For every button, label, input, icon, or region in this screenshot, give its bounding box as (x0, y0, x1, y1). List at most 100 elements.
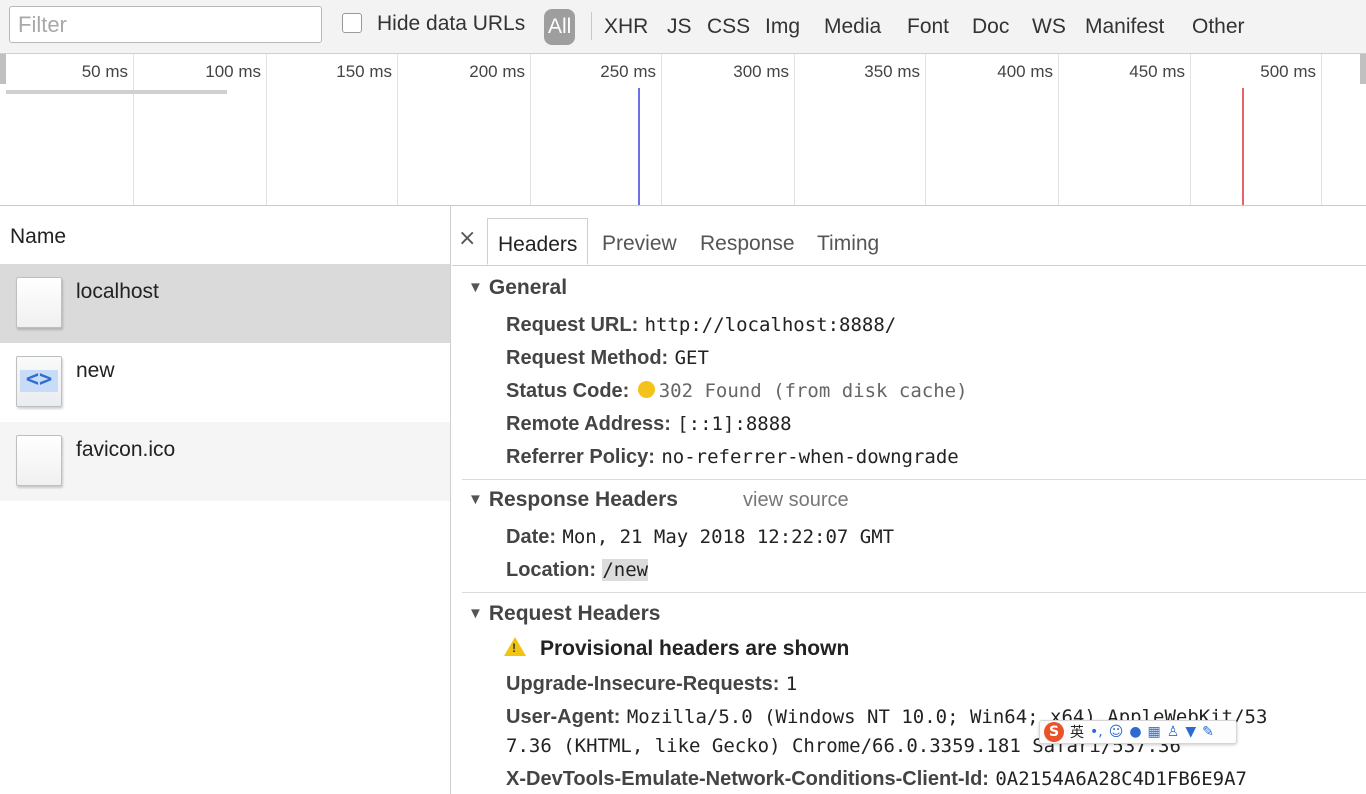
keyboard-icon[interactable]: ▦ (1148, 724, 1161, 740)
timeline-gridline (133, 54, 134, 205)
upgrade-insecure-requests-row: Upgrade-Insecure-Requests: 1 (506, 673, 798, 695)
network-filter-bar: Hide data URLs All XHR JS CSS Img Media … (0, 0, 1366, 54)
html-document-icon: <> (16, 356, 62, 407)
referrer-policy-value: no-referrer-when-downgrade (661, 446, 959, 468)
punctuation-icon[interactable]: •, (1090, 724, 1103, 740)
overview-right-handle[interactable] (1360, 54, 1366, 84)
warning-icon: ! (504, 637, 526, 656)
section-divider (462, 592, 1366, 593)
ime-logo-icon[interactable]: S (1044, 722, 1064, 742)
timeline-gridline (661, 54, 662, 205)
tab-preview[interactable]: Preview (592, 218, 687, 265)
timeline-tick-label: 100 ms (205, 62, 261, 81)
type-filter-separator (591, 12, 592, 40)
requests-list: Name localhost <> new favicon.ico (0, 206, 451, 794)
type-filter-ws[interactable]: WS (1032, 9, 1066, 45)
hide-data-urls-checkbox[interactable] (342, 13, 362, 33)
request-row-localhost[interactable]: localhost (0, 264, 450, 343)
status-code-value: 302 Found (from disk cache) (658, 380, 968, 402)
client-id-row: X-DevTools-Emulate-Network-Conditions-Cl… (506, 768, 1247, 790)
date-value: Mon, 21 May 2018 12:22:07 GMT (562, 526, 895, 548)
timeline-tick-label: 250 ms (600, 62, 656, 81)
microphone-icon[interactable]: ● (1129, 724, 1141, 740)
view-source-link[interactable]: view source (743, 489, 849, 512)
request-method-value: GET (674, 347, 709, 369)
timeline-gridline (266, 54, 267, 205)
request-url-value: http://localhost:8888/ (644, 314, 897, 336)
type-filter-css[interactable]: CSS (707, 9, 750, 45)
collapse-triangle-icon: ▼ (468, 279, 483, 296)
timeline-tick-label: 300 ms (733, 62, 789, 81)
tab-headers[interactable]: Headers (487, 218, 589, 265)
request-details-panel: × Headers Preview Response Timing ▼ Gener… (452, 206, 1366, 794)
timeline-gridline (397, 54, 398, 205)
timeline-gridline (1058, 54, 1059, 205)
timeline-gridline (530, 54, 531, 205)
timeline-tick-label: 150 ms (336, 62, 392, 81)
status-code-row: Status Code: 302 Found (from disk cache) (506, 380, 968, 402)
filter-input[interactable] (9, 6, 322, 43)
type-filter-font[interactable]: Font (907, 9, 949, 45)
load-event-marker (1242, 88, 1244, 205)
request-name: favicon.ico (76, 438, 176, 461)
user-icon[interactable]: ♙ (1167, 724, 1180, 740)
details-tab-bar: × Headers Preview Response Timing (452, 206, 1366, 266)
request-headers-section-toggle[interactable]: ▼ Request Headers (468, 602, 660, 626)
client-id-value: 0A2154A6A28C4D1FB6E9A7 (995, 768, 1247, 790)
collapse-triangle-icon: ▼ (468, 491, 483, 508)
timeline-tick-label: 200 ms (469, 62, 525, 81)
type-filter-xhr[interactable]: XHR (604, 9, 648, 45)
timeline-tick-label: 50 ms (81, 62, 128, 81)
timeline-tick-label: 400 ms (997, 62, 1053, 81)
provisional-headers-warning: ! Provisional headers are shown (504, 637, 849, 661)
section-divider (462, 479, 1366, 480)
emoji-icon[interactable]: ☺ (1109, 724, 1124, 740)
blank-file-icon (16, 435, 62, 486)
request-name: new (76, 359, 115, 382)
status-dot-icon (637, 381, 655, 398)
type-filter-js[interactable]: JS (667, 9, 692, 45)
ime-mode-label[interactable]: 英 (1070, 722, 1084, 742)
timeline-gridline (1190, 54, 1191, 205)
skin-icon[interactable]: ▼ (1185, 724, 1196, 740)
type-filter-other[interactable]: Other (1192, 9, 1245, 45)
timeline-overview[interactable]: 50 ms 100 ms 150 ms 200 ms 250 ms 300 ms… (0, 54, 1366, 206)
type-filter-img[interactable]: Img (765, 9, 800, 45)
request-row-new[interactable]: <> new (0, 343, 450, 422)
type-filter-all[interactable]: All (544, 9, 576, 45)
response-headers-section-toggle[interactable]: ▼ Response Headers (468, 488, 678, 512)
location-value: /new (602, 559, 649, 581)
remote-address-value: [::1]:8888 (677, 413, 792, 435)
remote-address-row: Remote Address: [::1]:8888 (506, 413, 792, 435)
request-row-favicon[interactable]: favicon.ico (0, 422, 450, 501)
name-column-header[interactable]: Name (0, 206, 450, 264)
hide-data-urls-label[interactable]: Hide data URLs (377, 12, 525, 36)
timeline-tick-label: 500 ms (1260, 62, 1316, 81)
timeline-gridline (1321, 54, 1322, 205)
overview-left-handle[interactable] (0, 54, 6, 84)
tab-response[interactable]: Response (690, 218, 805, 265)
wrench-icon[interactable]: ✎ (1202, 724, 1214, 740)
collapse-triangle-icon: ▼ (468, 605, 483, 622)
request-timing-bar (6, 90, 227, 94)
request-url-row: Request URL: http://localhost:8888/ (506, 314, 897, 336)
general-section-toggle[interactable]: ▼ General (468, 276, 567, 300)
timeline-gridline (794, 54, 795, 205)
blank-file-icon (16, 277, 62, 328)
close-icon[interactable]: × (458, 226, 476, 251)
type-filter-doc[interactable]: Doc (972, 9, 1009, 45)
request-method-row: Request Method: GET (506, 347, 709, 369)
date-row: Date: Mon, 21 May 2018 12:22:07 GMT (506, 526, 895, 548)
timeline-gridline (925, 54, 926, 205)
dom-content-loaded-marker (638, 88, 640, 205)
timeline-tick-label: 450 ms (1129, 62, 1185, 81)
request-name: localhost (76, 280, 159, 303)
referrer-policy-row: Referrer Policy: no-referrer-when-downgr… (506, 446, 959, 468)
timeline-tick-label: 350 ms (864, 62, 920, 81)
location-row: Location: /new (506, 559, 649, 581)
upgrade-insecure-requests-value: 1 (785, 673, 798, 695)
ime-toolbar[interactable]: S 英 •, ☺ ● ▦ ♙ ▼ ✎ (1039, 720, 1237, 744)
tab-timing[interactable]: Timing (807, 218, 889, 265)
type-filter-manifest[interactable]: Manifest (1085, 9, 1164, 45)
type-filter-media[interactable]: Media (824, 9, 881, 45)
